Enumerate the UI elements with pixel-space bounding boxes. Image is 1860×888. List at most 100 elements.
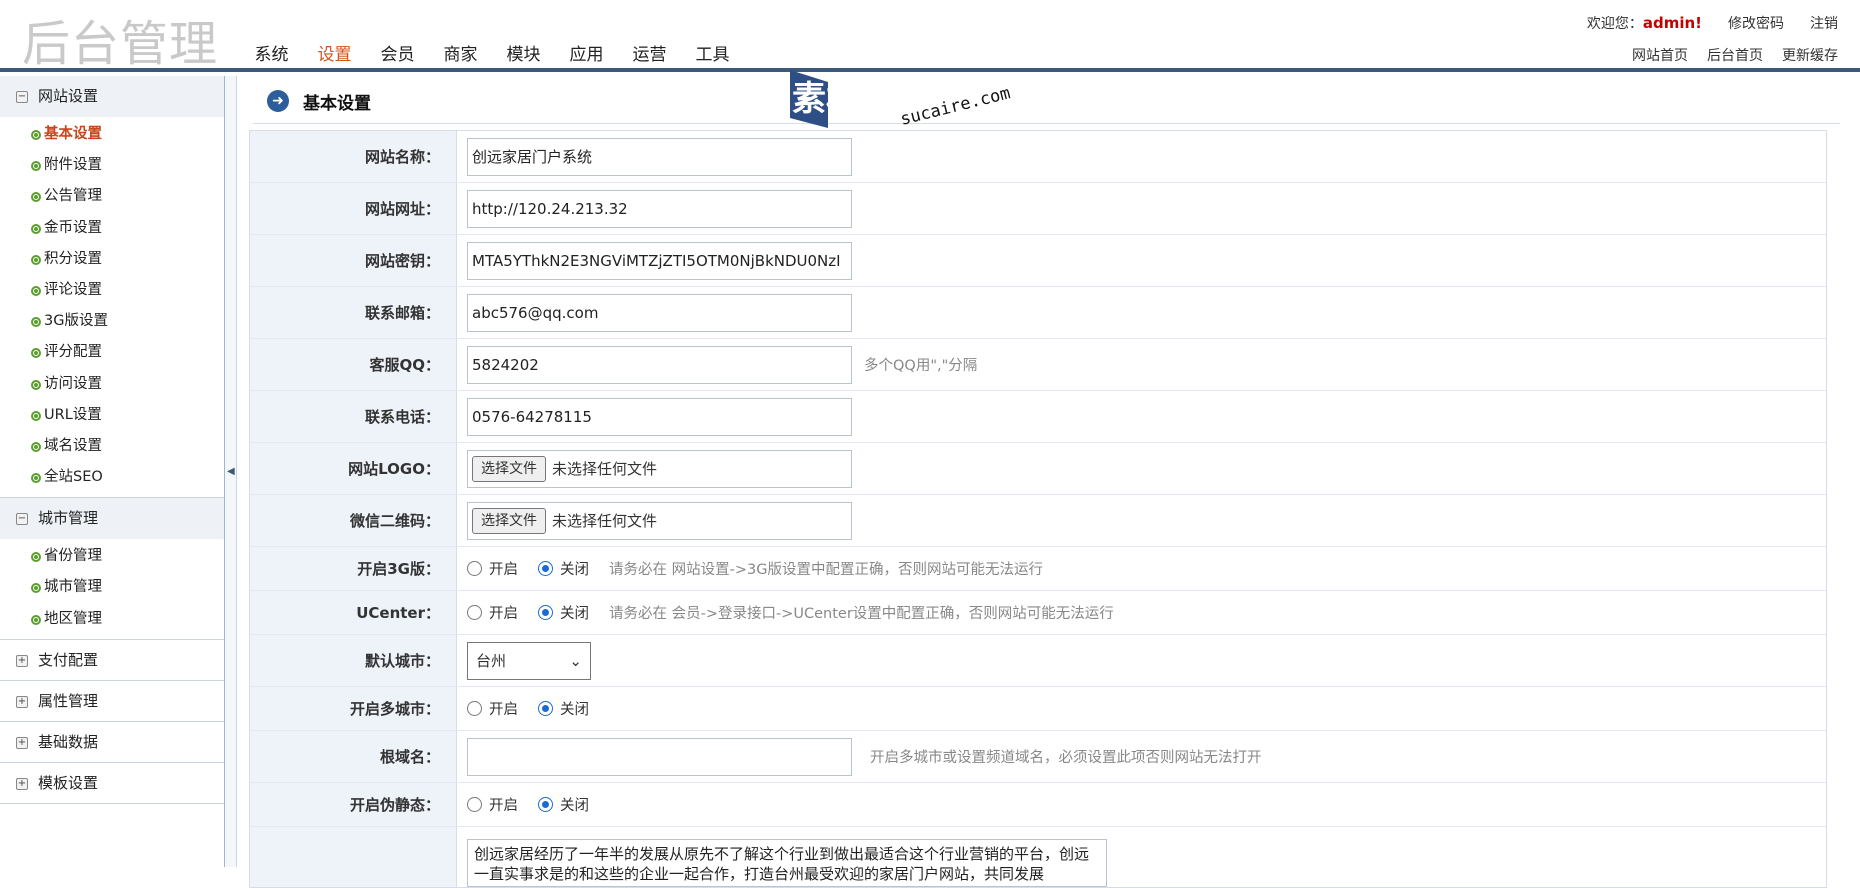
sidebar-item-label: 金币设置 bbox=[44, 219, 102, 236]
nav-merchants[interactable]: 商家 bbox=[429, 40, 492, 65]
page-title: 基本设置 bbox=[303, 94, 371, 114]
site-name-input[interactable]: 创远家居门户系统 bbox=[467, 137, 852, 176]
radio-circle bbox=[538, 605, 553, 620]
admin-home-link[interactable]: 后台首页 bbox=[1707, 45, 1763, 65]
header: 后台管理 系统 设置 会员 商家 模块 应用 运营 工具 欢迎您：admin! … bbox=[0, 0, 1860, 72]
bullet-icon bbox=[31, 441, 41, 452]
radio-label: 关闭 bbox=[560, 606, 589, 622]
change-password-link[interactable]: 修改密码 bbox=[1728, 13, 1784, 33]
field-label: 根域名： bbox=[250, 731, 457, 782]
field-label: 联系电话： bbox=[250, 391, 457, 442]
nav-settings[interactable]: 设置 bbox=[303, 40, 366, 65]
multi-city-on-radio[interactable]: 开启 bbox=[467, 698, 518, 719]
sidebar-item-label: 3G版设置 bbox=[44, 313, 108, 330]
nav-members[interactable]: 会员 bbox=[366, 40, 429, 65]
field-label: 联系邮箱： bbox=[250, 287, 457, 338]
ucenter-hint: 请务必在 会员->登录接口->UCenter设置中配置正确，否则网站可能无法运行 bbox=[609, 606, 1114, 622]
radio-circle bbox=[538, 701, 553, 716]
bullet-icon bbox=[31, 192, 41, 203]
sidebar-toggle[interactable]: ◀ bbox=[225, 76, 237, 867]
settings-form: 网站名称： 创远家居门户系统 网站网址： http://120.24.213.3… bbox=[249, 130, 1827, 888]
email-input[interactable]: abc576@qq.com bbox=[467, 293, 852, 332]
user-bar: 欢迎您：admin! 修改密码 注销 bbox=[1587, 13, 1838, 33]
root-domain-hint: 开启多城市或设置频道域名，必须设置此项否则网站无法打开 bbox=[870, 750, 1262, 766]
sidebar-item-points-settings[interactable]: 积分设置 bbox=[0, 244, 224, 275]
sidebar-group-city-management[interactable]: − 城市管理 bbox=[0, 498, 224, 540]
field-label: 网站名称： bbox=[250, 131, 457, 182]
ucenter-on-radio[interactable]: 开启 bbox=[467, 602, 518, 623]
sidebar-group-site-settings[interactable]: − 网站设置 bbox=[0, 76, 224, 117]
multi-city-off-radio[interactable]: 关闭 bbox=[538, 698, 589, 719]
choose-file-button[interactable]: 选择文件 bbox=[472, 507, 546, 534]
sidebar-item-comment-settings[interactable]: 评论设置 bbox=[0, 275, 224, 306]
radio-circle bbox=[538, 561, 553, 576]
sidebar-item-rating-config[interactable]: 评分配置 bbox=[0, 337, 224, 368]
enable-3g-on-radio[interactable]: 开启 bbox=[467, 558, 518, 579]
qq-input[interactable]: 5824202 bbox=[467, 345, 852, 384]
nav-apps[interactable]: 应用 bbox=[555, 40, 618, 65]
nav-tools[interactable]: 工具 bbox=[681, 40, 744, 65]
sidebar-group-base-data[interactable]: + 基础数据 bbox=[0, 722, 224, 763]
phone-input[interactable]: 0576-64278115 bbox=[467, 397, 852, 436]
file-status: 未选择任何文件 bbox=[552, 460, 658, 478]
sidebar-item-districts[interactable]: 地区管理 bbox=[0, 604, 224, 635]
default-city-select[interactable]: 台州 ⌄ bbox=[467, 641, 591, 680]
row-qq: 客服QQ： 5824202 多个QQ用","分隔 bbox=[250, 339, 1826, 391]
radio-circle bbox=[467, 605, 482, 620]
site-url-input[interactable]: http://120.24.213.32 bbox=[467, 189, 852, 228]
sidebar-item-announcement[interactable]: 公告管理 bbox=[0, 181, 224, 212]
ucenter-off-radio[interactable]: 关闭 bbox=[538, 602, 589, 623]
sidebar-item-attachment-settings[interactable]: 附件设置 bbox=[0, 150, 224, 181]
sidebar-item-cities[interactable]: 城市管理 bbox=[0, 572, 224, 603]
site-home-link[interactable]: 网站首页 bbox=[1632, 45, 1688, 65]
logout-link[interactable]: 注销 bbox=[1810, 13, 1838, 33]
select-value: 台州 bbox=[476, 652, 507, 670]
bullet-icon bbox=[31, 614, 41, 625]
radio-label: 关闭 bbox=[560, 562, 589, 578]
sidebar-group-attributes[interactable]: + 属性管理 bbox=[0, 681, 224, 722]
sidebar-item-3g-settings[interactable]: 3G版设置 bbox=[0, 306, 224, 337]
nav-system[interactable]: 系统 bbox=[240, 40, 303, 65]
nav-modules[interactable]: 模块 bbox=[492, 40, 555, 65]
radio-label: 开启 bbox=[489, 606, 518, 622]
enable-3g-off-radio[interactable]: 关闭 bbox=[538, 558, 589, 579]
radio-label: 关闭 bbox=[560, 798, 589, 814]
field-label: UCenter： bbox=[250, 591, 457, 634]
chevron-down-icon: ⌄ bbox=[569, 651, 582, 670]
sidebar-group-templates[interactable]: + 模板设置 bbox=[0, 763, 224, 804]
root-domain-input[interactable] bbox=[467, 737, 852, 776]
arrow-right-icon: ➜ bbox=[267, 90, 289, 112]
radio-circle bbox=[538, 797, 553, 812]
quick-links: 网站首页 后台首页 更新缓存 bbox=[1632, 45, 1838, 65]
expand-icon: + bbox=[16, 654, 28, 667]
description-textarea[interactable]: 创远家居经历了一年半的发展从原先不了解这个行业到做出最适合这个行业营销的平台，创… bbox=[467, 839, 1107, 887]
sidebar-group-label: 基础数据 bbox=[38, 732, 99, 751]
pseudo-static-on-radio[interactable]: 开启 bbox=[467, 794, 518, 815]
field-label: 网站密钥： bbox=[250, 235, 457, 286]
sidebar-item-provinces[interactable]: 省份管理 bbox=[0, 541, 224, 572]
sidebar-item-domain-settings[interactable]: 域名设置 bbox=[0, 431, 224, 462]
sidebar-group-payment[interactable]: + 支付配置 bbox=[0, 640, 224, 681]
sidebar-item-seo[interactable]: 全站SEO bbox=[0, 462, 224, 493]
bullet-icon bbox=[31, 223, 41, 234]
sidebar-item-access-settings[interactable]: 访问设置 bbox=[0, 369, 224, 400]
sidebar-item-label: 访问设置 bbox=[44, 375, 102, 392]
expand-icon: + bbox=[16, 695, 28, 708]
field-label: 开启伪静态： bbox=[250, 783, 457, 826]
site-key-input[interactable]: MTA5YThkN2E3NGViMTZjZTI5OTM0NjBkNDU0NzI bbox=[467, 241, 852, 280]
bullet-icon bbox=[31, 130, 41, 140]
sidebar-item-label: 城市管理 bbox=[44, 579, 102, 596]
sidebar-item-url-settings[interactable]: URL设置 bbox=[0, 400, 224, 431]
bullet-icon bbox=[31, 161, 41, 172]
field-label: 开启多城市： bbox=[250, 687, 457, 730]
field-label: 开启3G版： bbox=[250, 547, 457, 590]
choose-file-button[interactable]: 选择文件 bbox=[472, 455, 546, 482]
nav-operations[interactable]: 运营 bbox=[618, 40, 681, 65]
sidebar-item-basic-settings[interactable]: 基本设置 bbox=[0, 119, 224, 150]
pseudo-static-off-radio[interactable]: 关闭 bbox=[538, 794, 589, 815]
chevron-left-icon: ◀ bbox=[227, 466, 235, 477]
radio-label: 开启 bbox=[489, 702, 518, 718]
field-label: 默认城市： bbox=[250, 635, 457, 686]
refresh-cache-link[interactable]: 更新缓存 bbox=[1782, 45, 1838, 65]
sidebar-item-coin-settings[interactable]: 金币设置 bbox=[0, 213, 224, 244]
